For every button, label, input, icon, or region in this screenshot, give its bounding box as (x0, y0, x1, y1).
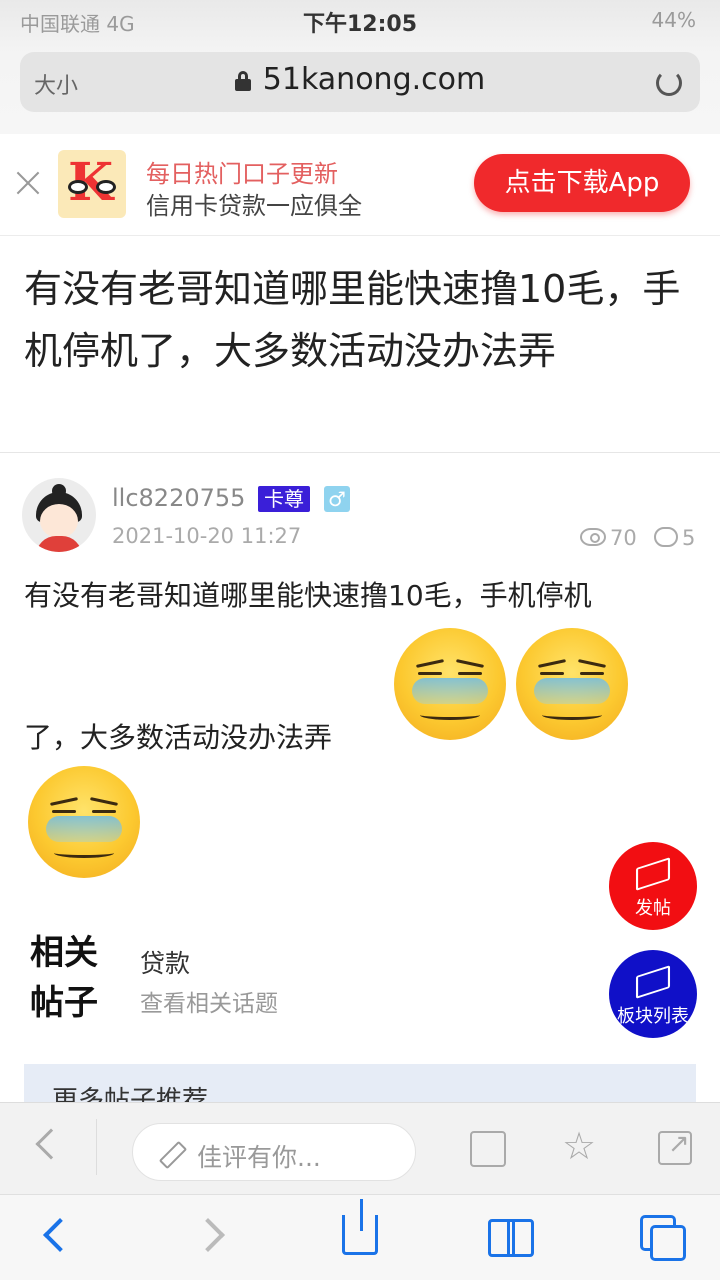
related-tag[interactable]: 贷款 (140, 944, 190, 980)
address-bar[interactable]: 大小 51kanong.com (20, 52, 700, 112)
post-body-line: 有没有老哥知道哪里能快速撸10毛，手机停机 (24, 579, 592, 612)
post-date: 2021-10-20 11:27 (112, 524, 302, 548)
star-icon[interactable]: ☆ (562, 1127, 596, 1165)
battery-level: 44% (651, 8, 696, 32)
post-body-line: 了，大多数活动没办法弄 (24, 721, 333, 754)
confounded-face-emoji-icon (394, 628, 506, 740)
banner-subtitle: 信用卡贷款一应俱全 (146, 192, 362, 220)
reload-icon[interactable] (656, 70, 682, 96)
back-icon[interactable] (35, 1128, 67, 1160)
app-download-banner: K 每日热门口子更新 信用卡贷款一应俱全 点击下载App (0, 134, 720, 236)
related-posts-heading: 相关帖子 (30, 933, 98, 1023)
author-name[interactable]: llc8220755 (112, 484, 245, 512)
divider (96, 1119, 97, 1175)
paper-plane-icon (637, 858, 669, 888)
status-bar: 中国联通 4G 下午12:05 44% (0, 0, 720, 40)
confounded-face-emoji-icon (28, 766, 140, 878)
board-list-button[interactable]: 板块列表 (609, 950, 697, 1038)
lock-icon (234, 71, 251, 91)
browser-share-icon[interactable] (342, 1199, 378, 1255)
new-post-label: 发帖 (635, 898, 671, 919)
status-time: 下午12:05 (302, 12, 418, 37)
pencil-icon (159, 1141, 183, 1165)
comment-icon (654, 527, 678, 547)
post-title: 有没有老哥知道哪里能快速撸10毛，手机停机了，大多数活动没办法弄 (24, 267, 681, 373)
app-logo: K (58, 150, 126, 218)
avatar[interactable] (22, 478, 96, 552)
related-topics-link[interactable]: 查看相关话题 (140, 984, 278, 1018)
eye-icon (580, 528, 606, 546)
comment-input[interactable]: 佳评有你... (132, 1123, 416, 1181)
rank-badge: 卡尊 (258, 486, 310, 512)
browser-back-icon[interactable] (43, 1218, 77, 1252)
bookmarks-icon[interactable] (488, 1219, 534, 1257)
browser-bottom-bar (0, 1194, 720, 1280)
divider (0, 452, 720, 453)
glasses-icon (66, 180, 118, 194)
thumbs-up-icon[interactable] (470, 1131, 506, 1167)
board-list-label: 板块列表 (617, 1006, 689, 1027)
url-display[interactable]: 51kanong.com (20, 62, 700, 97)
url-text: 51kanong.com (262, 62, 486, 97)
banner-title: 每日热门口子更新 (146, 160, 338, 188)
tabs-icon[interactable] (640, 1215, 686, 1261)
paper-plane-icon (637, 966, 669, 996)
site-toolbar: 佳评有你... ☆ (0, 1102, 720, 1194)
comment-count: 5 (682, 526, 696, 550)
view-count: 70 (610, 526, 637, 550)
comment-placeholder: 佳评有你... (197, 1143, 321, 1172)
share-icon[interactable] (658, 1129, 692, 1165)
browser-forward-icon[interactable] (191, 1218, 225, 1252)
new-post-button[interactable]: 发帖 (609, 842, 697, 930)
download-app-button[interactable]: 点击下载App (474, 154, 690, 212)
browser-top-chrome: 中国联通 4G 下午12:05 44% 大小 51kanong.com (0, 0, 720, 134)
confounded-face-emoji-icon (516, 628, 628, 740)
male-icon: ♂ (324, 486, 350, 512)
close-icon[interactable] (14, 168, 42, 196)
